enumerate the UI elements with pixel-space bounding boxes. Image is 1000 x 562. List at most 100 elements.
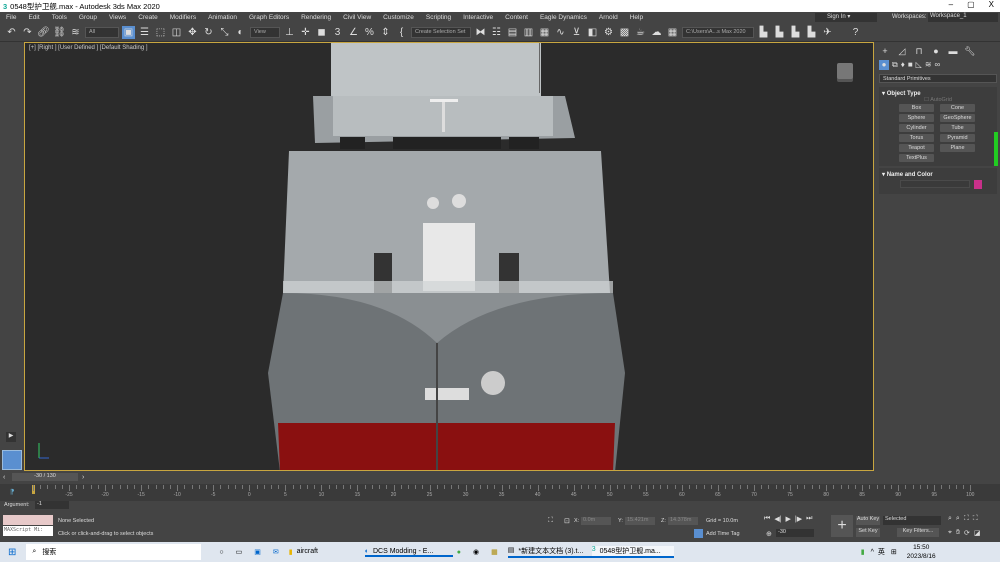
prev-frame-icon[interactable]: ‹ [3,474,5,481]
task-view-icon[interactable]: ▭ [236,548,243,556]
key-mode-dropdown[interactable]: Selected [883,516,941,525]
menu-customize[interactable]: Customize [377,14,420,21]
menu-edit[interactable]: Edit [22,14,45,21]
mail-icon[interactable]: ✉ [273,548,279,556]
pan-icon[interactable]: ✋︎ [956,529,960,537]
fov-icon[interactable]: ⌖ [948,529,952,537]
orbit-icon[interactable]: ⟳ [964,529,970,537]
menu-create[interactable]: Create [132,14,164,21]
ime-mode-icon[interactable]: ⊞ [891,548,897,556]
mirror-icon[interactable]: ⧓ [474,26,487,39]
panel-scrollbar[interactable] [994,132,998,166]
menu-file[interactable]: File [0,14,22,21]
ref-coord-dropdown[interactable]: View [250,26,280,38]
undo-icon[interactable]: ↶ [5,26,18,39]
edit-named-sets-icon[interactable]: { [395,26,408,39]
start-icon[interactable]: ⊞ [8,547,16,558]
expand-icon[interactable]: ▶ [6,432,16,442]
menu-tools[interactable]: Tools [46,14,73,21]
scale-icon[interactable]: ⤡ [218,26,231,39]
ime-indicator[interactable]: 英 [878,547,885,557]
zoom-extents-icon[interactable]: ⛶ [964,515,969,523]
menu-modifiers[interactable]: Modifiers [164,14,202,21]
menu-scripting[interactable]: Scripting [420,14,457,21]
redo-icon[interactable]: ↷ [21,26,34,39]
search-box[interactable]: ⌕ 搜索 [26,544,202,560]
taskbar-app-explorer[interactable]: ▮ aircraft [289,548,365,556]
viewport-layout-icon[interactable] [2,450,22,470]
maximize-viewport-icon[interactable]: ◪ [974,529,981,537]
store-icon[interactable]: ▣ [254,548,261,556]
category-dropdown[interactable]: Standard Primitives [879,74,997,83]
next-key-icon[interactable]: |▶ [795,515,802,523]
cortana-icon[interactable]: ○ [219,549,223,556]
open-project-icon[interactable]: ▙ [773,26,786,39]
modify-tab-icon[interactable]: ◿ [895,45,909,57]
menu-civil-view[interactable]: Civil View [337,14,377,21]
render-cloud-icon[interactable]: ☁ [650,26,663,39]
render-icon[interactable]: ☕︎ [634,26,647,39]
cameras-icon[interactable]: ■ [908,60,913,70]
box-button[interactable]: Box [899,104,934,112]
close-button[interactable]: X [989,0,994,9]
next-frame-icon[interactable]: › [82,474,84,481]
display-tab-icon[interactable]: ▬ [946,45,960,57]
battery-icon[interactable]: ▮ [861,548,865,556]
save-project-icon[interactable]: ▙ [789,26,802,39]
auto-key-button[interactable]: Auto Key [856,516,880,525]
absolute-mode-icon[interactable]: ⊡ [564,517,570,525]
cone-button[interactable]: Cone [940,104,975,112]
zoom-all-icon[interactable]: ⌕ [956,515,960,523]
systems-icon[interactable]: ∞ [935,60,941,70]
menu-group[interactable]: Group [73,14,103,21]
menu-views[interactable]: Views [103,14,132,21]
zoom-icon[interactable]: ⌕ [948,515,952,523]
menu-animation[interactable]: Animation [202,14,243,21]
align-icon[interactable]: ☷ [490,26,503,39]
layer-explorer-icon[interactable]: ▤ [506,26,519,39]
named-selection-dropdown[interactable]: Create Selection Set [411,26,471,38]
angle-snap-icon[interactable]: ∠ [347,26,360,39]
trackbar-icon[interactable]: ⁋ [10,488,14,496]
pyramid-button[interactable]: Pyramid [940,134,975,142]
minimize-button[interactable]: – [949,0,953,9]
select-by-name-icon[interactable]: ☰ [138,26,151,39]
plane-button[interactable]: Plane [940,144,975,152]
tube-button[interactable]: Tube [940,124,975,132]
bind-spacewarp-icon[interactable]: ≋ [69,26,82,39]
manipulate-icon[interactable]: ✛ [299,26,312,39]
move-icon[interactable]: ✥ [186,26,199,39]
snap-icon[interactable]: 3 [331,26,344,39]
hierarchy-tab-icon[interactable]: ⊓ [912,45,926,57]
percent-snap-icon[interactable]: % [363,26,376,39]
y-coord-field[interactable]: 15.421m [625,517,655,525]
maxscript-input[interactable]: MAXScript Mi: [3,526,53,536]
spinner-snap-icon[interactable]: ⇕ [379,26,392,39]
menu-eagle-dynamics[interactable]: Eagle Dynamics [534,14,593,21]
teapot-button[interactable]: Teapot [899,144,934,152]
menu-rendering[interactable]: Rendering [295,14,337,21]
maximize-button[interactable]: ▢ [967,0,975,9]
ship-model[interactable] [25,43,874,471]
maxscript-listener[interactable] [3,515,53,525]
time-slider-thumb[interactable]: -30 / 130 [12,473,78,481]
object-color-swatch[interactable] [974,180,982,189]
shapes-icon[interactable]: ⧉ [892,60,898,70]
torus-button[interactable]: Torus [899,134,934,142]
project-folder-icon[interactable]: ▙ [757,26,770,39]
geometry-icon[interactable]: ● [879,60,889,70]
goto-start-icon[interactable]: ⏮ [764,515,770,523]
name-color-header[interactable]: ▾ Name and Color [882,171,994,178]
geosphere-button[interactable]: GeoSphere [940,114,975,122]
menu-graph-editors[interactable]: Graph Editors [243,14,295,21]
object-name-input[interactable] [900,180,970,188]
toggle-ribbon-icon[interactable]: ▥ [522,26,535,39]
argument-spinner[interactable]: -1 [35,501,69,509]
set-key-big-icon[interactable]: + [831,515,853,537]
curve-editor-icon[interactable]: ∿ [554,26,567,39]
help-icon[interactable]: ? [849,26,862,39]
dope-sheet-icon[interactable]: ⊻ [570,26,583,39]
spacewarps-icon[interactable]: ≋ [925,60,932,70]
workspace-dropdown[interactable]: Workspace_1 [928,13,998,22]
current-frame-field[interactable]: -30 [776,529,814,537]
